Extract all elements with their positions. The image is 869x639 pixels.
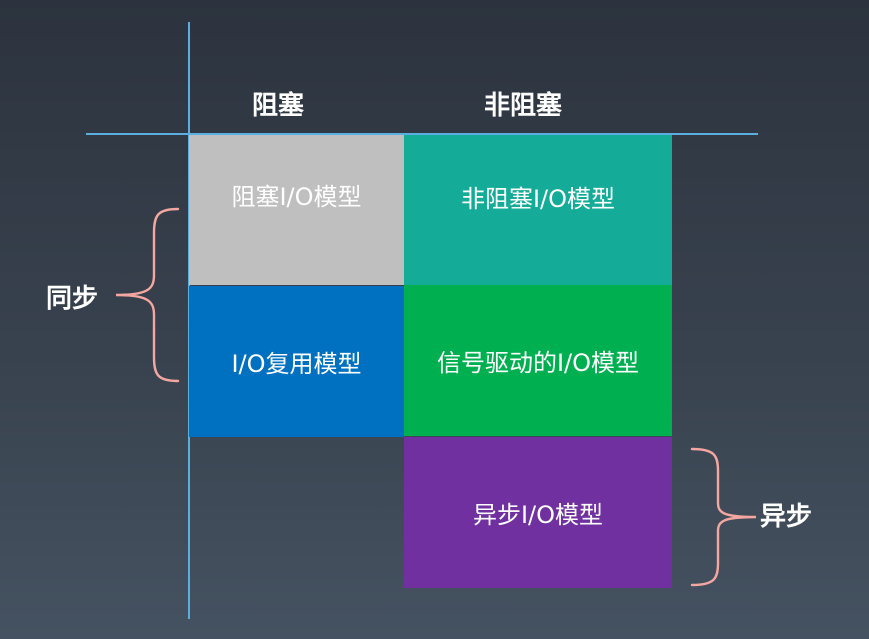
cell-io-multiplexing-label: I/O复用模型: [231, 350, 362, 378]
cell-signal-driven-io-label: 信号驱动的I/O模型: [436, 349, 640, 377]
column-header-non-blocking: 非阻塞: [484, 91, 563, 121]
cell-async-io-label: 异步I/O模型: [472, 501, 604, 529]
cell-blocking-io-model: 阻塞I/O模型: [189, 135, 404, 285]
cell-async-io-model: 异步I/O模型: [404, 437, 672, 588]
cell-io-multiplexing-model: I/O复用模型: [189, 286, 404, 437]
async-brace-icon: [690, 447, 757, 587]
cell-non-blocking-io-label: 非阻塞I/O模型: [460, 184, 616, 213]
row-label-sync: 同步: [46, 284, 99, 314]
cell-blocking-io-label: 阻塞I/O模型: [231, 182, 362, 211]
column-header-blocking: 阻塞: [252, 91, 305, 121]
cell-signal-driven-io-model: 信号驱动的I/O模型: [404, 285, 672, 436]
cell-non-blocking-io-model: 非阻塞I/O模型: [404, 135, 672, 285]
row-label-async: 异步: [760, 502, 813, 532]
sync-brace-icon: [115, 207, 180, 383]
